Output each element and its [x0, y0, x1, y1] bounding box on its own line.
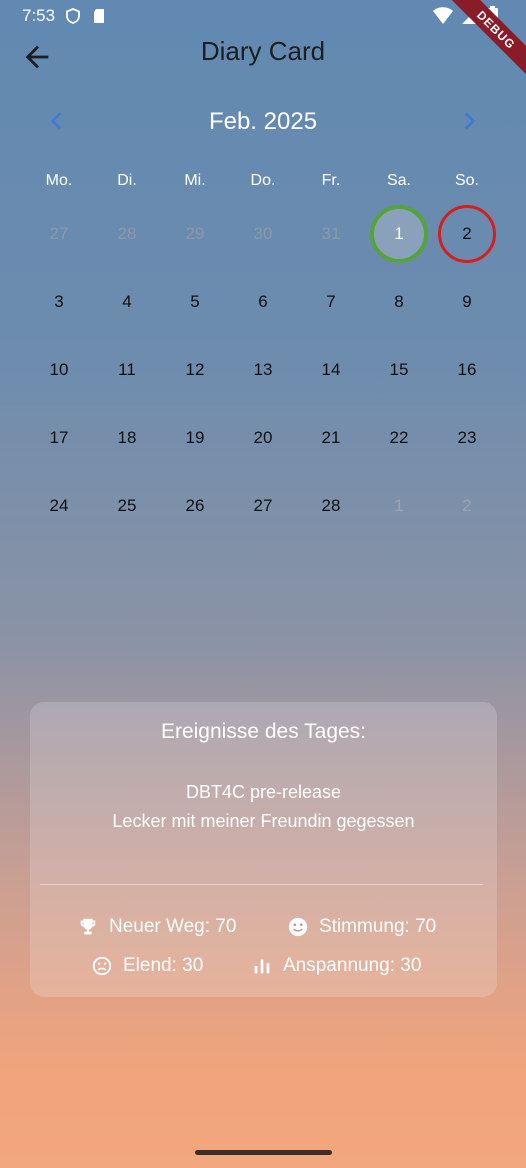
smiley-icon: [288, 917, 308, 937]
weekday-label: Fr.: [321, 172, 341, 189]
calendar-day[interactable]: 1: [365, 472, 433, 540]
calendar-day[interactable]: 23: [433, 404, 501, 472]
calendar-day[interactable]: 5: [161, 268, 229, 336]
calendar-day[interactable]: 27: [25, 200, 93, 268]
stat-elend: Elend: 30: [91, 955, 203, 977]
weekday-label: So.: [454, 172, 479, 189]
calendar-day-marked[interactable]: 2: [433, 200, 501, 268]
calendar-day[interactable]: 24: [25, 472, 93, 540]
calendar-day[interactable]: 3: [25, 268, 93, 336]
calendar-day[interactable]: 31: [297, 200, 365, 268]
home-indicator[interactable]: [195, 1150, 332, 1155]
calendar-day[interactable]: 7: [297, 268, 365, 336]
calendar-day[interactable]: 10: [25, 336, 93, 404]
stat-anspannung: Anspannung: 30: [251, 955, 421, 977]
stat-stimmung: Stimmung: 70: [287, 916, 436, 938]
weekday-header: Mo. Di. Mi. Do. Fr. Sa. So.: [25, 172, 501, 190]
calendar-grid: 27 28 29 30 31 1 2 3 4 5 6 7 8 9 10 11 1…: [25, 200, 501, 540]
calendar-week: 10 11 12 13 14 15 16: [25, 336, 501, 404]
calendar-day[interactable]: 16: [433, 336, 501, 404]
weekday-label: Do.: [250, 172, 276, 189]
calendar-day[interactable]: 17: [25, 404, 93, 472]
calendar-week: 17 18 19 20 21 22 23: [25, 404, 501, 472]
weekday-label: Mo.: [45, 172, 73, 189]
calendar-day[interactable]: 4: [93, 268, 161, 336]
event-item: DBT4C pre-release: [185, 782, 342, 802]
page-title: Diary Card: [200, 36, 326, 66]
stat-neuer-weg: Neuer Weg: 70: [77, 916, 236, 938]
calendar-day[interactable]: 30: [229, 200, 297, 268]
calendar-day[interactable]: 29: [161, 200, 229, 268]
events-list: DBT4C pre-release Lecker mit meiner Freu…: [30, 778, 497, 836]
calendar-day[interactable]: 13: [229, 336, 297, 404]
event-item: Lecker mit meiner Freundin gegessen: [112, 811, 415, 831]
calendar-day[interactable]: 26: [161, 472, 229, 540]
weekday-label: Di.: [117, 172, 137, 189]
calendar-day[interactable]: 20: [229, 404, 297, 472]
calendar-week: 24 25 26 27 28 1 2: [25, 472, 501, 540]
calendar-day[interactable]: 25: [93, 472, 161, 540]
calendar-day[interactable]: 9: [433, 268, 501, 336]
calendar-day[interactable]: 28: [93, 200, 161, 268]
chevron-right-icon[interactable]: [456, 108, 482, 134]
calendar-day[interactable]: 21: [297, 404, 365, 472]
calendar-day[interactable]: 19: [161, 404, 229, 472]
calendar-day[interactable]: 22: [365, 404, 433, 472]
events-title: Ereignisse des Tages:: [160, 720, 367, 743]
calendar-week: 3 4 5 6 7 8 9: [25, 268, 501, 336]
app-bar: Diary Card: [0, 28, 526, 84]
sad-face-icon: [92, 956, 112, 976]
bar-chart-icon: [254, 959, 270, 974]
calendar-day[interactable]: 14: [297, 336, 365, 404]
calendar-day[interactable]: 8: [365, 268, 433, 336]
calendar-day[interactable]: 15: [365, 336, 433, 404]
weekday-label: Sa.: [386, 172, 411, 189]
shield-icon: [66, 8, 80, 24]
calendar-day[interactable]: 28: [297, 472, 365, 540]
calendar-day[interactable]: 12: [161, 336, 229, 404]
month-navigator: Feb. 2025: [0, 100, 526, 144]
status-time: 7:53: [22, 6, 56, 25]
calendar-day[interactable]: 18: [93, 404, 161, 472]
calendar-day[interactable]: 2: [433, 472, 501, 540]
month-label: Feb. 2025: [208, 108, 318, 135]
calendar-week: 27 28 29 30 31 1 2: [25, 200, 501, 268]
divider: [40, 884, 483, 885]
sd-card-icon: [94, 9, 105, 23]
trophy-icon: [80, 918, 96, 935]
day-events-card: Ereignisse des Tages: DBT4C pre-release …: [30, 702, 497, 997]
weekday-label: Mi.: [184, 172, 206, 189]
calendar-day[interactable]: 11: [93, 336, 161, 404]
calendar-day-selected[interactable]: 1: [365, 200, 433, 268]
calendar-day[interactable]: 27: [229, 472, 297, 540]
calendar-day[interactable]: 6: [229, 268, 297, 336]
